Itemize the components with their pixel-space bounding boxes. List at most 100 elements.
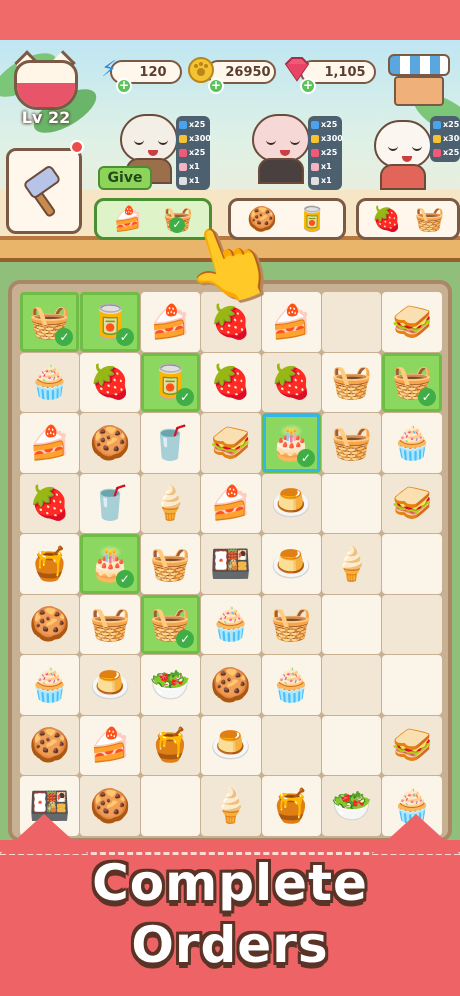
board-cell[interactable]: 🍮 [261, 473, 321, 533]
board-cell[interactable] [321, 715, 382, 775]
board-item: 🍮 [89, 664, 131, 704]
board-cell[interactable]: 🍰 [261, 292, 321, 352]
board-cell[interactable]: 🧁 [261, 655, 321, 715]
board-cell[interactable]: 🍦 [321, 534, 382, 594]
board-cell[interactable]: 🍪 [80, 776, 140, 836]
board-item: 🧁 [29, 362, 71, 402]
reward-row: x1 [179, 160, 207, 174]
reward-value: x25 [189, 148, 206, 157]
board-cell[interactable]: 🧺 ✓ [20, 292, 80, 352]
banner-line-1: Complete [92, 854, 368, 912]
banner-line-2: Orders [131, 916, 329, 974]
board-cell[interactable]: 🍮 [201, 715, 261, 775]
hammer-tool-card[interactable] [6, 148, 82, 234]
board-cell[interactable]: 🍪 [20, 594, 80, 654]
board-cell[interactable]: 🎂 ✓ [80, 534, 140, 594]
order-reward-list: x25 x300 x25 [430, 116, 460, 162]
cat-eye [266, 140, 276, 145]
reward-value: x300 [189, 134, 211, 143]
board-item: 🧺 [331, 422, 373, 462]
board-cell[interactable]: 🧺 [80, 594, 140, 654]
board-cell[interactable]: 🍰 [201, 473, 261, 533]
customer-cat-2[interactable] [246, 104, 316, 184]
board-item: 🍓 [270, 362, 312, 402]
give-button[interactable]: Give [98, 166, 152, 190]
board-cell[interactable]: 🧁 [382, 413, 442, 473]
board-cell[interactable] [321, 292, 382, 352]
board-cell[interactable]: 🍓 [20, 473, 80, 533]
board-cell[interactable]: 🧺 [321, 413, 382, 473]
customer-cat-3[interactable] [368, 110, 438, 190]
board-cell[interactable]: 🍯 [140, 715, 201, 775]
board-cell[interactable]: 🥪 [382, 715, 442, 775]
board-item: 🥪 [391, 725, 433, 765]
board-cell[interactable]: 🧺 [140, 534, 201, 594]
check-icon: ✓ [115, 569, 134, 588]
reward-row: x25 [311, 146, 339, 160]
board-cell[interactable]: 🧁 [201, 594, 261, 654]
add-coins-button[interactable]: + [208, 78, 224, 94]
reward-value: x25 [321, 148, 338, 157]
board-cell[interactable]: 🍮 [261, 534, 321, 594]
reward-value: x1 [321, 162, 332, 171]
reward-value: x300 [321, 134, 343, 143]
board-cell[interactable]: 🍓 [201, 352, 261, 412]
board-cell[interactable]: 🥪 [201, 413, 261, 473]
board-cell[interactable]: 🍰 [80, 715, 140, 775]
board-cell[interactable]: 🍮 [80, 655, 140, 715]
board-cell[interactable]: 🍓 [80, 352, 140, 412]
board-item: 🍓 [29, 483, 71, 523]
shop-stall-icon[interactable] [388, 54, 450, 110]
board-cell[interactable]: 🥗 [140, 655, 201, 715]
board-cell[interactable]: 🥪 [382, 292, 442, 352]
board-item: 🧁 [29, 664, 71, 704]
board-cell[interactable]: 🍰 [20, 413, 80, 473]
check-icon: ✓ [417, 388, 436, 406]
add-gems-button[interactable]: + [300, 78, 316, 94]
board-item: 🍮 [270, 483, 312, 523]
board-cell[interactable]: 🥪 [382, 473, 442, 533]
order-card-3[interactable]: 🍓 🧺 [356, 198, 460, 240]
board-item: 🍮 [210, 725, 252, 765]
board-cell[interactable] [382, 594, 442, 654]
board-item: 🍪 [210, 664, 252, 704]
board-cell[interactable]: 🍓 [261, 352, 321, 412]
board-cell[interactable] [321, 594, 382, 654]
board-item: 🍦 [331, 543, 373, 583]
board-cell[interactable]: 🧺 ✓ [382, 352, 442, 412]
check-icon: ✓ [55, 327, 74, 346]
board-cell[interactable]: 🍪 [20, 715, 80, 775]
board-cell[interactable]: 🧁 [20, 352, 80, 412]
board-cell[interactable] [321, 473, 382, 533]
board-cell[interactable]: 🍦 [140, 473, 201, 533]
board-cell[interactable]: 🍯 [20, 534, 80, 594]
add-energy-button[interactable]: + [116, 78, 132, 94]
board-cell[interactable]: 🍯 [261, 776, 321, 836]
board-cell[interactable]: 🧺 [261, 594, 321, 654]
cat-body [380, 164, 426, 190]
board-cell[interactable]: 🍪 [80, 413, 140, 473]
board-cell[interactable]: 🎂 ✓ [261, 413, 321, 473]
board-cell[interactable]: 🧺 [321, 352, 382, 412]
board-item: 🍰 [270, 301, 312, 341]
board-cell[interactable]: 🥫 ✓ [80, 292, 140, 352]
board-cell[interactable]: 🥫 ✓ [140, 352, 201, 412]
board-cell[interactable] [382, 655, 442, 715]
board-cell[interactable] [140, 776, 201, 836]
board-cell[interactable]: 🍪 [201, 655, 261, 715]
level-badge[interactable]: Lv 22 [10, 50, 86, 128]
board-cell[interactable]: 🧁 [20, 655, 80, 715]
board-item: 🍪 [29, 604, 71, 644]
board-cell[interactable] [261, 715, 321, 775]
board-cell[interactable]: 🥤 [140, 413, 201, 473]
board-cell[interactable]: 🍱 [201, 534, 261, 594]
board-cell[interactable]: 🥤 [80, 473, 140, 533]
reward-row: x1 [179, 174, 207, 188]
board-cell[interactable]: 🍦 [201, 776, 261, 836]
board-item: 🧁 [270, 664, 312, 704]
board-cell[interactable] [321, 655, 382, 715]
board-cell[interactable] [382, 534, 442, 594]
reward-value: x1 [321, 176, 332, 185]
cat-eye [290, 140, 300, 145]
board-cell[interactable]: 🧺 ✓ [140, 594, 201, 654]
